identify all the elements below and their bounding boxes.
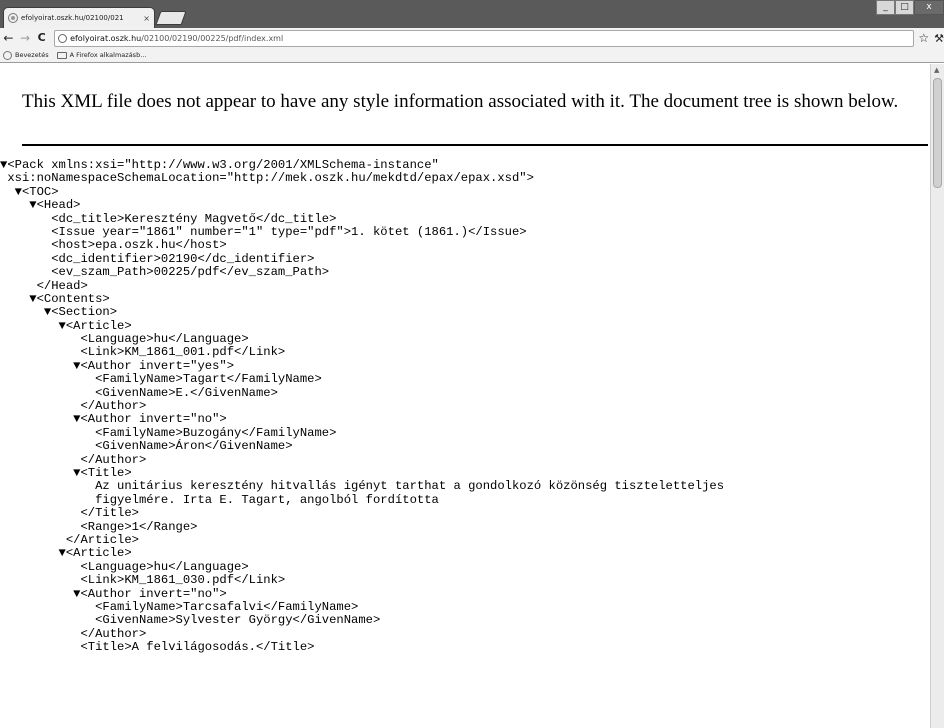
xml-line: <ev_szam_Path>00225/pdf</ev_szam_Path> xyxy=(0,265,330,280)
folder-icon xyxy=(56,51,67,59)
xml-line: <Language>hu</Language> xyxy=(0,559,249,574)
xml-line[interactable]: ▼<Pack xmlns:xsi="http://www.w3.org/2001… xyxy=(0,158,930,172)
xml-line[interactable]: ▼<Author invert="no"> xyxy=(0,413,930,427)
xml-line: xsi:noNamespaceSchemaLocation="http://me… xyxy=(0,171,534,186)
scroll-thumb[interactable] xyxy=(933,78,942,188)
tab-close-icon[interactable]: × xyxy=(143,14,150,23)
bookmark-label: Bevezetés xyxy=(15,51,49,59)
navigation-toolbar: ← → C efolyoirat.oszk.hu/02100/02190/002… xyxy=(0,28,944,48)
xml-line: <Range>1</Range> xyxy=(0,519,198,534)
xml-line[interactable]: ▼<Article> xyxy=(0,319,930,333)
xml-line[interactable]: ▼<Author invert="no"> xyxy=(0,587,930,601)
xml-line[interactable]: ▼<Author invert="yes"> xyxy=(0,359,930,373)
browser-tab[interactable]: efolyoirat.oszk.hu/02100/021 × xyxy=(3,7,155,28)
address-bar[interactable]: efolyoirat.oszk.hu/02100/02190/00225/pdf… xyxy=(54,29,915,47)
tab-title: efolyoirat.oszk.hu/02100/021 xyxy=(21,14,124,22)
bookmark-firefox-folder[interactable]: A Firefox alkalmazásb... xyxy=(56,51,147,59)
xml-line: <host>epa.oszk.hu</host> xyxy=(0,238,227,253)
xml-line: </Head> xyxy=(0,278,88,293)
xml-line: <GivenName>Sylvester György</GivenName> xyxy=(0,613,381,628)
xml-line[interactable]: ▼<Title> xyxy=(0,466,930,480)
xml-line: <dc_identifier>02190</dc_identifier> xyxy=(0,251,315,266)
reload-button[interactable]: C xyxy=(33,29,50,47)
xml-line: <dc_title>Keresztény Magvető</dc_title> xyxy=(0,211,337,226)
xml-line: <Link>KM_1861_001.pdf</Link> xyxy=(0,345,286,360)
globe-icon xyxy=(8,13,18,23)
xml-line: <Title>A felvilágosodás.</Title> xyxy=(0,640,315,655)
globe-icon xyxy=(3,50,12,60)
xml-line: <Language>hu</Language> xyxy=(0,332,249,347)
bookmarks-bar: Bevezetés A Firefox alkalmazásb... xyxy=(0,48,944,63)
forward-button[interactable]: → xyxy=(17,29,34,47)
xml-line: figyelmére. Irta E. Tagart, angolból for… xyxy=(0,492,439,507)
xml-line: </Article> xyxy=(0,532,139,547)
xml-line: </Author> xyxy=(0,452,147,467)
minimize-button[interactable]: _ xyxy=(876,0,895,15)
title-bar: efolyoirat.oszk.hu/02100/021 × _ □ x xyxy=(0,0,944,28)
xml-line[interactable]: ▼<Contents> xyxy=(0,292,930,306)
maximize-button[interactable]: □ xyxy=(895,0,914,15)
wrench-menu-icon[interactable]: ⚒ xyxy=(934,32,944,45)
bookmark-star-icon[interactable]: ☆ xyxy=(918,31,929,45)
xml-line[interactable]: ▼<TOC> xyxy=(0,185,930,199)
xml-line: <Issue year="1861" number="1" type="pdf"… xyxy=(0,224,527,239)
xml-tree: ▼<Pack xmlns:xsi="http://www.w3.org/2001… xyxy=(0,158,930,655)
url-text[interactable]: efolyoirat.oszk.hu/02100/02190/00225/pdf… xyxy=(70,34,283,43)
xml-line: <FamilyName>Tarcsafalvi</FamilyName> xyxy=(0,599,359,614)
xml-line[interactable]: ▼<Section> xyxy=(0,305,930,319)
xml-line[interactable]: ▼<Head> xyxy=(0,198,930,212)
globe-icon xyxy=(58,33,68,43)
page-content: This XML file does not appear to have an… xyxy=(0,64,930,728)
xml-line: Az unitárius keresztény hitvallás igényt… xyxy=(0,479,725,494)
xml-line: <GivenName>E.</GivenName> xyxy=(0,385,278,400)
divider xyxy=(22,144,928,146)
xml-line: </Title> xyxy=(0,506,139,521)
url-host: efolyoirat.oszk.hu xyxy=(70,33,142,43)
close-button[interactable]: x xyxy=(914,0,944,15)
url-path: /02100/02190/00225/pdf/index.xml xyxy=(141,33,284,43)
scroll-up-icon[interactable]: ▲ xyxy=(934,66,939,74)
vertical-scrollbar[interactable]: ▲ xyxy=(930,64,944,728)
xml-line: <Link>KM_1861_030.pdf</Link> xyxy=(0,573,286,588)
back-button[interactable]: ← xyxy=(0,29,17,47)
new-tab-button[interactable] xyxy=(155,11,187,25)
window-controls: _ □ x xyxy=(876,0,944,18)
xml-line: </Author> xyxy=(0,399,147,414)
xml-notice: This XML file does not appear to have an… xyxy=(22,91,899,112)
xml-line[interactable]: ▼<Article> xyxy=(0,546,930,560)
bookmark-label: A Firefox alkalmazásb... xyxy=(69,51,147,59)
xml-line: </Author> xyxy=(0,626,147,641)
xml-line: <FamilyName>Tagart</FamilyName> xyxy=(0,372,322,387)
xml-line: <GivenName>Áron</GivenName> xyxy=(0,439,293,454)
bookmark-bevezetes[interactable]: Bevezetés xyxy=(3,50,49,60)
